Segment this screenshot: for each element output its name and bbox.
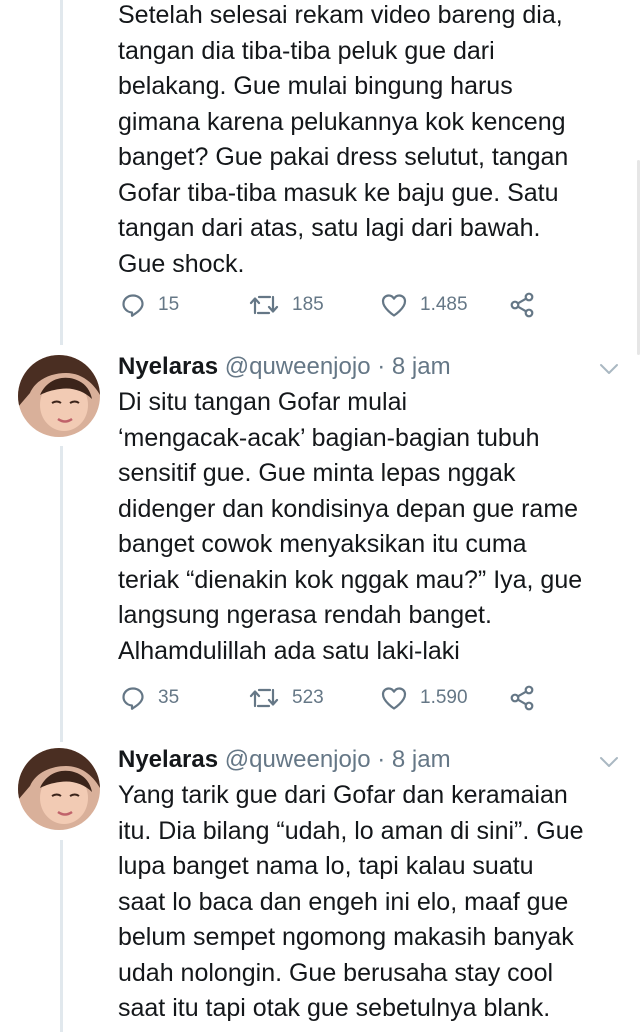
retweet-button[interactable]: 185	[248, 290, 324, 320]
avatar[interactable]	[18, 748, 100, 830]
tweet-text-line: teriak “dienakin kok nggak mau?” Iya, gu…	[118, 565, 583, 594]
tweet-text-line: belum sempet ngomong makasih banyak	[118, 923, 574, 951]
timestamp[interactable]: 8 jam	[392, 353, 451, 380]
like-count: 1.485	[420, 294, 468, 315]
like-count: 1.590	[420, 687, 468, 708]
username[interactable]: @quweenjojo	[225, 746, 371, 773]
tweet-text-line: lupa banget nama lo, tapi kalau suatu	[118, 852, 534, 880]
tweet-text-line: tangan dia tiba-tiba peluk gue dari	[118, 36, 495, 65]
retweet-icon	[249, 688, 279, 708]
tweet-text-line: itu. Dia bilang “udah, lo aman di sini”.…	[118, 816, 584, 845]
retweet-count: 523	[292, 687, 324, 708]
heart-icon	[381, 294, 407, 317]
chevron-down-icon[interactable]	[598, 358, 620, 380]
tweet-text-line: banget? Gue pakai dress selutut, tangan	[118, 143, 569, 171]
like-button[interactable]: 1.590	[380, 683, 468, 713]
tweet-text-line: sensitif gue. Gue minta lepas nggak	[118, 459, 516, 487]
heart-icon	[381, 687, 407, 710]
separator-dot: ·	[377, 746, 386, 773]
like-button[interactable]: 1.485	[380, 290, 468, 320]
retweet-button[interactable]: 523	[248, 683, 324, 713]
timestamp[interactable]: 8 jam	[392, 746, 451, 773]
tweet[interactable]: Setelah selesai rekam video bareng dia, …	[0, 0, 640, 345]
reply-button[interactable]: 15	[120, 290, 179, 320]
share-icon	[510, 685, 534, 711]
reply-count: 35	[158, 687, 180, 708]
tweet-text-line: Setelah selesai rekam video bareng dia,	[118, 1, 563, 29]
username[interactable]: @quweenjojo	[225, 353, 371, 380]
tweet-text-line: banget cowok menyaksikan itu cuma	[118, 530, 527, 558]
tweet-header: Nyelaras @quweenjojo · 8 jam	[118, 352, 580, 382]
reply-button[interactable]: 35	[120, 683, 179, 713]
tweet-text: Di situ tangan Gofar mulai ‘mengacak-aca…	[118, 385, 626, 669]
tweet-text-line: gimana karena pelukannya kok kenceng	[118, 107, 566, 136]
reply-icon	[122, 294, 144, 317]
tweet-text-line: Di situ tangan Gofar mulai	[118, 388, 408, 416]
tweet-text-line: saat itu tapi otak gue sebetulnya blank.	[118, 994, 551, 1022]
tweet-text-line: tangan dari atas, satu lagi dari bawah.	[118, 214, 541, 242]
share-icon	[510, 292, 534, 318]
tweet-text-line: langsung ngerasa rendah banget.	[118, 601, 492, 629]
retweet-count: 185	[292, 294, 324, 315]
reply-icon	[122, 687, 144, 710]
tweet[interactable]: Nyelaras @quweenjojo · 8 jam Di situ tan…	[0, 345, 640, 740]
share-button[interactable]	[508, 683, 536, 713]
tweet-text-line: didenger dan kondisinya depan gue rame	[118, 494, 579, 523]
display-name[interactable]: Nyelaras	[118, 746, 218, 773]
reply-count: 15	[158, 294, 180, 315]
tweet-text-line: Gue shock.	[118, 249, 245, 278]
tweet-text-line: saat lo baca dan engeh ini elo, maaf gue	[118, 887, 569, 916]
avatar[interactable]	[18, 355, 100, 437]
tweet[interactable]: Nyelaras @quweenjojo · 8 jam Yang tarik …	[0, 738, 640, 1032]
tweet-text-line: ‘mengacak-acak’ bagian-bagian tubuh	[118, 423, 540, 452]
tweet-text-line: udah nolongin. Gue berusaha stay cool	[118, 958, 554, 987]
tweet-text: Yang tarik gue dari Gofar dan keramaian …	[118, 778, 626, 1027]
retweet-icon	[249, 295, 279, 315]
tweet-text-line: belakang. Gue mulai bingung harus	[118, 72, 513, 100]
tweet-text-line: Gofar tiba-tiba masuk ke baju gue. Satu	[118, 178, 559, 207]
display-name[interactable]: Nyelaras	[118, 353, 218, 380]
separator-dot: ·	[377, 353, 386, 380]
share-button[interactable]	[508, 290, 536, 320]
tweet-text-line: Alhamdulillah ada satu laki-laki	[118, 636, 460, 665]
chevron-down-icon[interactable]	[598, 751, 620, 773]
tweet-text: Setelah selesai rekam video bareng dia, …	[118, 0, 626, 282]
tweet-text-line: Yang tarik gue dari Gofar dan keramaian	[118, 781, 568, 809]
tweet-header: Nyelaras @quweenjojo · 8 jam	[118, 745, 580, 775]
